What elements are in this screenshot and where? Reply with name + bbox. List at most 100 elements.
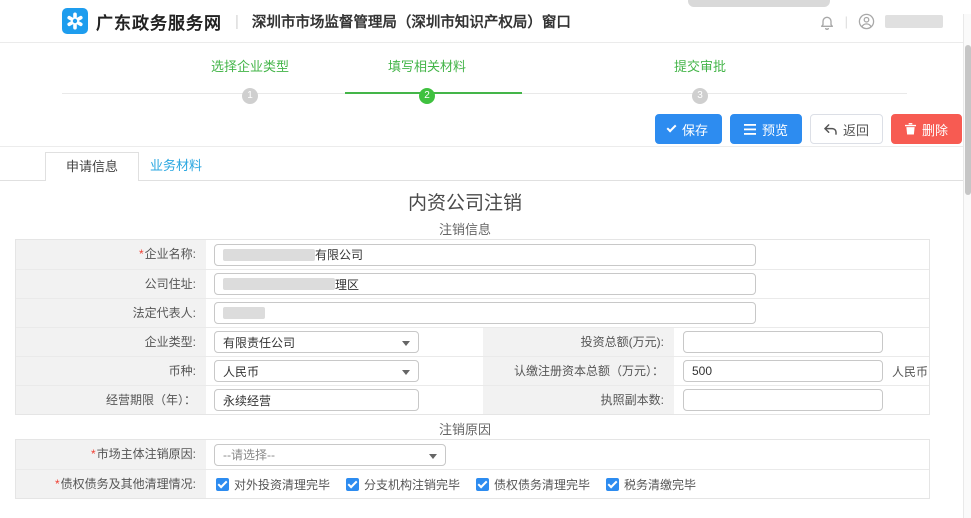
save-button[interactable]: 保存 (655, 114, 722, 144)
preview-label: 预览 (762, 120, 788, 139)
currency-value: 人民币 (223, 363, 259, 380)
capital-currency-suffix: 人民币 (892, 363, 928, 380)
bell-icon[interactable] (819, 14, 835, 30)
cancel-reason-field: --请选择-- (206, 440, 929, 469)
label-text: 企业名称: (145, 247, 196, 261)
company-name-input[interactable]: 有限公司 (214, 244, 756, 266)
business-term-input[interactable] (214, 389, 419, 411)
user-name-redacted[interactable] (885, 15, 943, 28)
toolbar: 保存 预览 返回 删除 (655, 114, 962, 144)
preview-button[interactable]: 预览 (730, 114, 802, 144)
company-type-label: 企业类型: (16, 328, 206, 356)
top-overlay-bar (688, 0, 830, 7)
list-icon (744, 124, 756, 135)
checkbox-checked-icon (606, 478, 619, 491)
step-number-circle: 1 (242, 88, 258, 104)
required-asterisk: * (91, 447, 96, 461)
back-button[interactable]: 返回 (810, 114, 883, 144)
invest-total-input[interactable] (683, 331, 883, 353)
label-text: 币种: (169, 364, 196, 378)
header-right: | (819, 0, 943, 43)
license-copies-field (674, 386, 929, 414)
redaction-blob (223, 307, 265, 319)
cancel-reason-select[interactable]: --请选择-- (214, 444, 446, 466)
chevron-down-icon (402, 341, 410, 346)
header-right-divider: | (845, 14, 848, 29)
label-text: 法定代表人: (133, 306, 196, 320)
currency-label: 币种: (16, 357, 206, 385)
clearance-label: *债权债务及其他清理情况: (16, 470, 206, 498)
redaction-blob (223, 249, 315, 261)
checkbox-debt-clearance[interactable]: 债权债务清理完毕 (476, 476, 590, 493)
company-address-visible: 理区 (335, 276, 359, 293)
required-asterisk: * (139, 247, 144, 261)
row-clearance-status: *债权债务及其他清理情况: 对外投资清理完毕 分支机构注销完毕 债权债务清理完毕 (16, 469, 929, 498)
company-type-select[interactable]: 有限责任公司 (214, 331, 419, 353)
currency-select[interactable]: 人民币 (214, 360, 419, 382)
checkbox-branch-cancellation[interactable]: 分支机构注销完毕 (346, 476, 460, 493)
delete-button[interactable]: 删除 (891, 114, 962, 144)
currency-field: 人民币 (206, 357, 483, 385)
chevron-down-icon (429, 454, 437, 459)
redaction-blob (223, 278, 335, 290)
label-text: 企业类型: (145, 335, 196, 349)
checkbox-label: 分支机构注销完毕 (364, 476, 460, 493)
row-cancel-reason: *市场主体注销原因: --请选择-- (16, 440, 929, 469)
cancellation-reason-table: *市场主体注销原因: --请选择-- *债权债务及其他清理情况: 对外投资清理完… (15, 439, 930, 499)
cancel-reason-label: *市场主体注销原因: (16, 440, 206, 469)
step-submit-approval[interactable]: 提交审批 3 (674, 56, 726, 104)
checkbox-checked-icon (216, 478, 229, 491)
invest-total-field (674, 328, 929, 356)
company-name-label: *企业名称: (16, 240, 206, 269)
clearance-checkbox-group: 对外投资清理完毕 分支机构注销完毕 债权债务清理完毕 税务清缴完毕 (216, 476, 696, 493)
business-term-field (206, 386, 483, 414)
tab-business-materials[interactable]: 业务材料 (150, 152, 202, 180)
checkbox-label: 税务清缴完毕 (624, 476, 696, 493)
step-label: 选择企业类型 (211, 56, 289, 75)
trash-icon (905, 123, 916, 135)
company-type-value: 有限责任公司 (223, 334, 295, 351)
step-indicator: 选择企业类型 1 填写相关材料 2 提交审批 3 (0, 52, 971, 112)
invest-total-label: 投资总额(万元): (483, 328, 674, 356)
checkbox-label: 对外投资清理完毕 (234, 476, 330, 493)
company-address-input[interactable]: 理区 (214, 273, 756, 295)
checkbox-checked-icon (346, 478, 359, 491)
label-text: 债权债务及其他清理情况: (61, 477, 196, 491)
row-term-license: 经营期限（年）： 执照副本数: (16, 385, 929, 414)
section-title-cancellation-reason: 注销原因 (0, 419, 930, 438)
label-text: 市场主体注销原因: (97, 447, 196, 461)
checkbox-outbound-investment[interactable]: 对外投资清理完毕 (216, 476, 330, 493)
row-currency-capital: 币种: 人民币 认缴注册资本总额（万元）： 人民币 (16, 356, 929, 385)
page-title: 内资公司注销 (0, 188, 930, 215)
legal-rep-input[interactable] (214, 302, 756, 324)
checkbox-label: 债权债务清理完毕 (494, 476, 590, 493)
company-address-field: 理区 (206, 270, 929, 298)
scrollbar-thumb[interactable] (965, 45, 971, 195)
label-text: 公司住址: (145, 277, 196, 291)
row-company-type-invest: 企业类型: 有限责任公司 投资总额(万元): (16, 327, 929, 356)
delete-label: 删除 (922, 120, 948, 139)
back-arrow-icon (824, 124, 837, 135)
license-copies-input[interactable] (683, 389, 883, 411)
cancellation-info-table: *企业名称: 有限公司 公司住址: 理区 法定代表人: (15, 239, 930, 415)
tab-application-info[interactable]: 申请信息 (45, 152, 139, 181)
gov-logo-icon (62, 8, 88, 34)
step-number-circle: 3 (692, 88, 708, 104)
checkbox-tax-settlement[interactable]: 税务清缴完毕 (606, 476, 696, 493)
site-brand: 广东政务服务网 (96, 9, 222, 34)
save-label: 保存 (682, 120, 708, 139)
user-icon[interactable] (858, 13, 875, 30)
scrollbar[interactable] (963, 14, 971, 518)
step-fill-materials[interactable]: 填写相关材料 2 (388, 56, 466, 104)
registered-capital-input[interactable] (683, 360, 883, 382)
step-label: 提交审批 (674, 56, 726, 75)
legal-rep-label: 法定代表人: (16, 299, 206, 327)
page: 广东政务服务网 | 深圳市市场监督管理局（深圳市知识产权局）窗口 | 选择企业类… (0, 0, 971, 518)
company-name-field: 有限公司 (206, 240, 929, 269)
step-choose-type[interactable]: 选择企业类型 1 (211, 56, 289, 104)
cancel-reason-value: --请选择-- (223, 446, 275, 463)
row-company-name: *企业名称: 有限公司 (16, 240, 929, 269)
license-copies-label: 执照副本数: (483, 386, 674, 414)
row-legal-representative: 法定代表人: (16, 298, 929, 327)
registered-capital-field: 人民币 (674, 357, 929, 385)
